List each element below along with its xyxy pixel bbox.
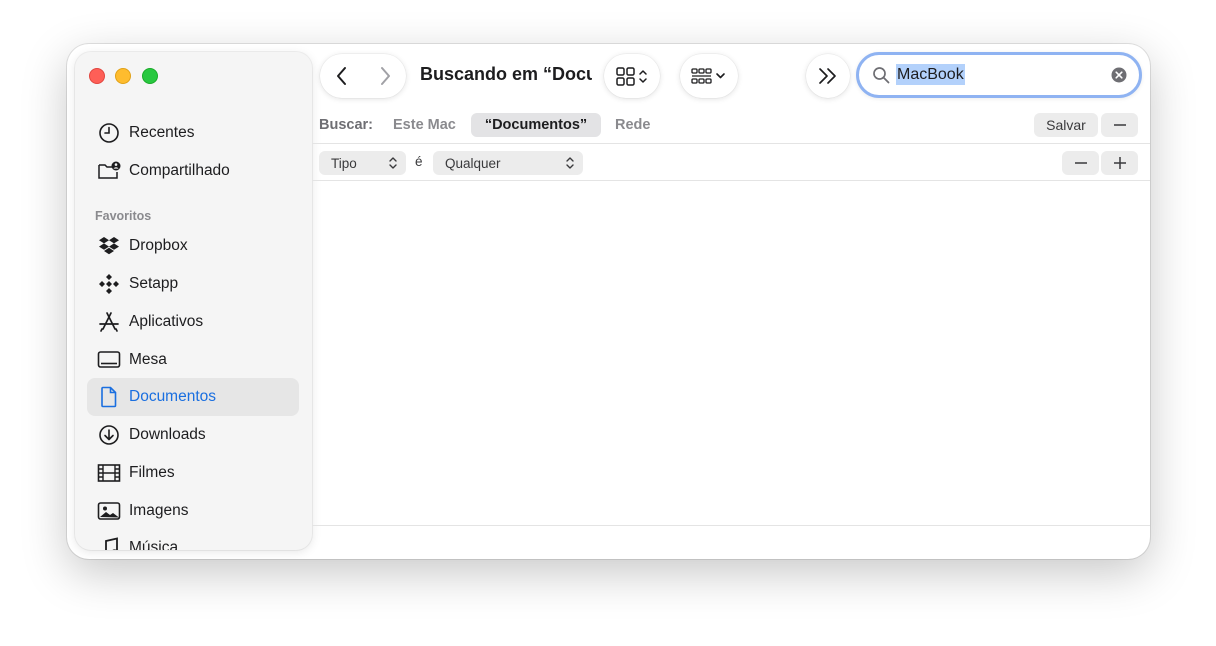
sidebar-item-label: Filmes: [129, 464, 175, 481]
music-icon: [97, 536, 121, 550]
minus-icon: [1074, 162, 1087, 164]
criteria-value-select[interactable]: Qualquer: [433, 151, 583, 175]
chevron-up-down-icon: [389, 157, 397, 169]
plus-icon: [1113, 157, 1126, 169]
window-title: Buscando em “Documentos”: [420, 64, 592, 84]
clear-search-icon[interactable]: [1111, 67, 1127, 88]
sidebar-item-label: Compartilhado: [129, 162, 230, 179]
divider: [312, 143, 1150, 144]
sidebar-item-applications[interactable]: Aplicativos: [87, 303, 299, 341]
forward-button[interactable]: [370, 61, 400, 91]
group-icon: [691, 68, 725, 84]
sidebar-item-desktop[interactable]: Mesa: [87, 341, 299, 379]
download-icon: [97, 423, 121, 447]
sidebar-item-label: Setapp: [129, 275, 179, 292]
sidebar-item-pictures[interactable]: Imagens: [87, 492, 299, 530]
path-bar-divider: [312, 525, 1150, 526]
image-icon: [97, 499, 121, 523]
search-field[interactable]: MacBook: [856, 52, 1142, 98]
sidebar-item-label: Downloads: [129, 426, 206, 443]
sidebar-item-label: Música: [129, 539, 179, 550]
save-search-button[interactable]: Salvar: [1034, 113, 1098, 137]
chevron-left-icon: [336, 67, 346, 85]
add-criteria-button[interactable]: [1101, 151, 1138, 175]
applications-icon: [97, 310, 121, 334]
criteria-value-text: Qualquer: [445, 155, 501, 171]
sidebar-item-label: Imagens: [129, 502, 189, 519]
sidebar-item-dropbox[interactable]: Dropbox: [87, 227, 299, 265]
sidebar-item-label: Documentos: [129, 388, 217, 405]
sidebar-item-music[interactable]: Música: [87, 529, 299, 550]
zoom-window-button[interactable]: [142, 68, 158, 84]
sidebar-item-recents[interactable]: Recentes: [87, 114, 299, 152]
sidebar-item-label: Dropbox: [129, 237, 188, 254]
criteria-attribute-select[interactable]: Tipo: [319, 151, 406, 175]
scope-this-mac-button[interactable]: Este Mac: [393, 113, 456, 137]
clock-icon: [97, 121, 121, 145]
sidebar-item-shared[interactable]: Compartilhado: [87, 152, 299, 190]
search-input[interactable]: MacBook: [896, 64, 965, 85]
icon-grid-icon: [616, 67, 647, 86]
sidebar-item-label: Recentes: [129, 124, 195, 141]
view-mode-button[interactable]: [604, 54, 660, 98]
back-button[interactable]: [327, 61, 357, 91]
navigation-controls: [320, 54, 406, 98]
chevron-up-down-icon: [566, 157, 574, 169]
remove-criteria-button[interactable]: [1062, 151, 1099, 175]
sidebar-item-label: Mesa: [129, 351, 167, 368]
shared-folder-icon: [97, 159, 121, 183]
group-by-button[interactable]: [680, 54, 738, 98]
chevron-double-right-icon: [819, 68, 836, 84]
sidebar-item-documents[interactable]: Documentos: [87, 378, 299, 416]
sidebar: Recentes Compartilhado Favoritos Dropbox…: [75, 52, 312, 550]
search-results-area[interactable]: [312, 181, 1150, 525]
more-toolbar-items-button[interactable]: [806, 54, 850, 98]
dropbox-icon: [97, 234, 121, 258]
favorites-section-header: Favoritos: [95, 209, 152, 223]
chevron-right-icon: [380, 67, 390, 85]
sidebar-item-downloads[interactable]: Downloads: [87, 416, 299, 454]
minimize-window-button[interactable]: [115, 68, 131, 84]
scope-documents-button[interactable]: “Documentos”: [471, 113, 601, 137]
remove-search-bar-button[interactable]: [1101, 113, 1138, 137]
film-icon: [97, 461, 121, 485]
setapp-icon: [97, 272, 121, 296]
search-scope-label: Buscar:: [319, 117, 373, 133]
scope-network-button[interactable]: Rede: [615, 113, 650, 137]
criteria-operator: é: [415, 154, 423, 169]
finder-window: Recentes Compartilhado Favoritos Dropbox…: [67, 44, 1150, 559]
desktop-icon: [97, 348, 121, 372]
minus-icon: [1113, 124, 1126, 126]
criteria-attribute-value: Tipo: [331, 155, 357, 171]
search-icon: [872, 66, 890, 89]
sidebar-item-movies[interactable]: Filmes: [87, 454, 299, 492]
document-icon: [97, 385, 121, 409]
sidebar-item-label: Aplicativos: [129, 313, 204, 330]
close-window-button[interactable]: [89, 68, 105, 84]
sidebar-item-setapp[interactable]: Setapp: [87, 265, 299, 303]
